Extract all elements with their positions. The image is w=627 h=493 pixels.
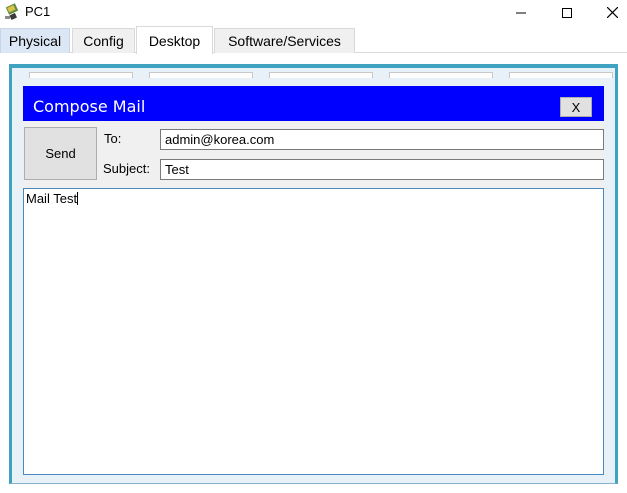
- title-bar: PC1: [0, 0, 627, 25]
- window-title: PC1: [25, 4, 51, 19]
- tab-software-services[interactable]: Software/Services: [214, 28, 355, 53]
- tab-desktop[interactable]: Desktop: [136, 26, 213, 54]
- pc-icon: [4, 3, 22, 21]
- mail-body-text: Mail Test: [26, 191, 78, 206]
- maximize-icon: [562, 7, 572, 18]
- desktop-app-tile: [29, 72, 133, 78]
- close-icon: [606, 7, 618, 18]
- send-button[interactable]: Send: [24, 127, 97, 180]
- text-caret: [77, 192, 79, 205]
- tab-strip: Physical Config Desktop Software/Service…: [0, 25, 627, 54]
- subject-field[interactable]: Test: [160, 159, 604, 180]
- desktop-app-tile: [149, 72, 253, 78]
- close-window-button[interactable]: [589, 0, 627, 25]
- minimize-button[interactable]: [498, 0, 544, 25]
- compose-mail-window: Compose Mail X Send To: admin@korea.com …: [23, 86, 604, 475]
- maximize-button[interactable]: [544, 0, 590, 25]
- compose-title: Compose Mail: [33, 97, 146, 116]
- desktop-app-tile: [269, 72, 373, 78]
- desktop-app-tile: [509, 72, 613, 78]
- to-field[interactable]: admin@korea.com: [160, 129, 604, 150]
- subject-label: Subject:: [103, 161, 150, 176]
- mail-body-textarea[interactable]: Mail Test: [23, 188, 604, 475]
- minimize-icon: [516, 12, 526, 13]
- tab-physical[interactable]: Physical: [0, 28, 70, 53]
- compose-header: Compose Mail X: [23, 86, 604, 121]
- compose-close-button[interactable]: X: [560, 97, 592, 117]
- tab-config[interactable]: Config: [72, 28, 135, 53]
- desktop-app-tile: [389, 72, 493, 78]
- to-label: To:: [104, 131, 122, 146]
